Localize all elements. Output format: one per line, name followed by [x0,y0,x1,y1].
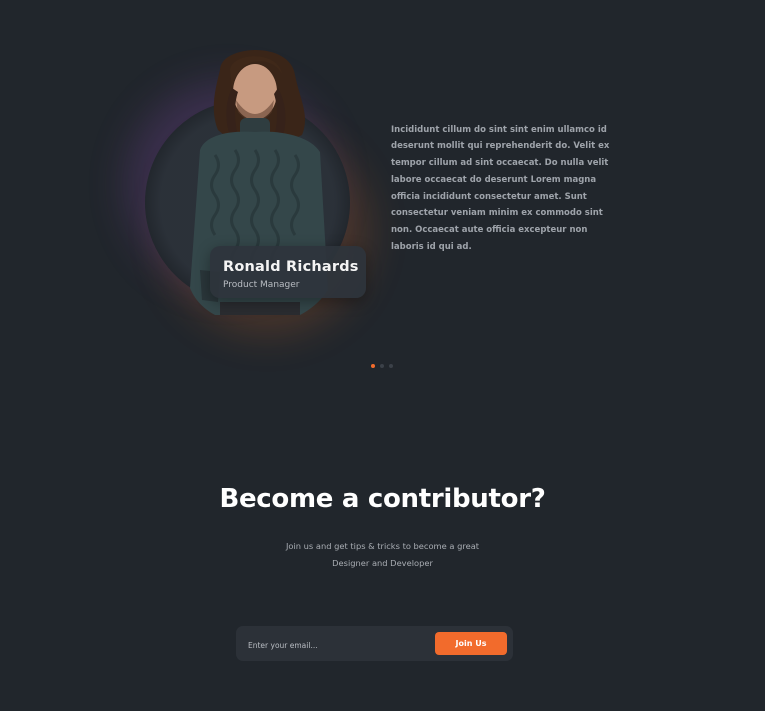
carousel-dot-3[interactable] [389,364,393,368]
name-card: Ronald Richards Product Manager [210,246,366,298]
join-us-button[interactable]: Join Us [435,632,507,655]
page: Ronald Richards Product Manager Incididu… [0,0,765,711]
carousel-dot-2[interactable] [380,364,384,368]
contributor-title: Become a contributor? [219,484,546,514]
carousel-dot-1[interactable] [371,364,375,368]
testimonial-portrait: Ronald Richards Product Manager [140,40,366,320]
contributor-subtitle-line-1: Join us and get tips & tricks to become … [285,541,480,551]
person-name: Ronald Richards [223,259,359,275]
carousel-dots [371,364,393,368]
person-role: Product Manager [223,280,300,290]
testimonial-quote: Incididunt cillum do sint sint enim ulla… [391,124,610,253]
contributor-subtitle-line-2: Designer and Developer [332,558,433,568]
email-input[interactable] [246,634,430,656]
subscribe-form: Join Us [236,626,513,661]
contributor-subtitle: Join us and get tips & tricks to become … [0,538,765,572]
